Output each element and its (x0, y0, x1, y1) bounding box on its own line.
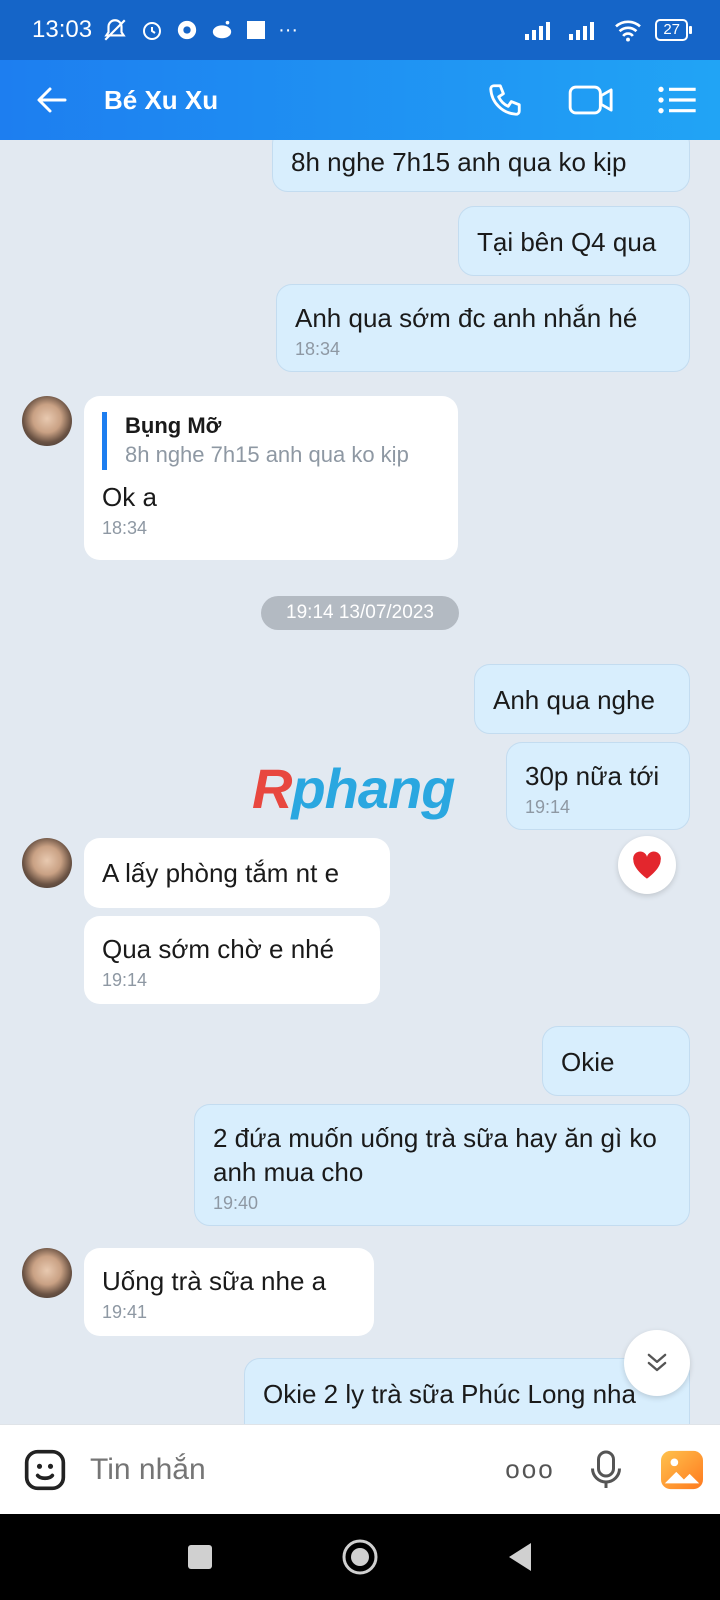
message-bubble-outgoing[interactable]: Tại bên Q4 qua (458, 206, 690, 276)
chat-header: Bé Xu Xu (0, 60, 720, 140)
signal-icon (569, 22, 595, 40)
quoted-author: Bụng Mỡ (125, 413, 222, 438)
alarm-icon (143, 22, 162, 40)
message-time: 19:14 (525, 797, 571, 817)
quoted-reply[interactable]: Bụng Mỡ 8h nghe 7h15 anh qua ko kịp (102, 412, 440, 470)
reddit-icon (212, 20, 232, 39)
signal-icon (525, 22, 551, 40)
arrow-left-icon (37, 87, 67, 113)
watermark-logo: Rphang (252, 757, 455, 820)
message-text: A lấy phòng tắm nt e (102, 858, 340, 888)
message-text: Qua sớm chờ e nhé (102, 934, 335, 964)
contact-avatar[interactable] (22, 1248, 72, 1298)
phone-icon (489, 84, 521, 116)
message-text: 2 đứa muốn uống trà sữa hay ăn gì ko anh… (213, 1123, 657, 1187)
message-text: Uống trà sữa nhe a (102, 1266, 327, 1296)
message-bubble-incoming[interactable]: Uống trà sữa nhe a 19:41 (84, 1248, 374, 1336)
message-bubble-outgoing[interactable]: 30p nữa tới 19:14 (506, 742, 690, 830)
status-bar: 13:03 ··· 27 (0, 0, 720, 60)
sticker-icon (24, 1449, 66, 1490)
more-options-text: ooo (505, 1454, 555, 1484)
video-camera-icon (568, 85, 613, 115)
video-call-button[interactable] (548, 60, 634, 140)
message-time: 19:41 (102, 1302, 148, 1322)
message-text: Okie 2 ly trà sữa Phúc Long nha (263, 1379, 636, 1409)
message-time: 19:14 (102, 970, 148, 990)
gallery-button[interactable] (644, 1425, 720, 1515)
message-bubble-outgoing[interactable]: Anh qua nghe (474, 664, 690, 734)
sticker-button[interactable] (0, 1425, 90, 1515)
message-time: 18:34 (102, 518, 148, 538)
message-bubble-outgoing[interactable]: Okie (542, 1026, 690, 1096)
circle-icon (342, 1539, 378, 1575)
notifications-muted-icon (104, 19, 126, 41)
message-text: Okie (561, 1047, 615, 1077)
back-button[interactable] (0, 60, 104, 140)
list-menu-icon (658, 86, 696, 114)
message-text: 8h nghe 7h15 anh qua ko kịp (291, 147, 627, 177)
composer: ooo (0, 1424, 720, 1514)
double-chevron-down-icon (647, 1353, 667, 1372)
message-bubble-incoming[interactable]: Bụng Mỡ 8h nghe 7h15 anh qua ko kịp Ok a… (84, 396, 458, 560)
reaction-button[interactable] (618, 836, 676, 894)
quoted-text: 8h nghe 7h15 anh qua ko kịp (125, 442, 409, 467)
chrome-icon (177, 20, 197, 40)
message-bubble-outgoing[interactable]: Anh qua sớm đc anh nhắn hé 18:34 (276, 284, 690, 372)
scroll-to-bottom-button[interactable] (624, 1330, 690, 1396)
message-input[interactable] (90, 1452, 470, 1487)
more-options-button[interactable]: ooo (492, 1425, 568, 1515)
date-divider: 19:14 13/07/2023 (261, 596, 459, 630)
message-bubble-outgoing[interactable]: 2 đứa muốn uống trà sữa hay ăn gì ko anh… (194, 1104, 690, 1226)
microphone-icon (591, 1450, 621, 1488)
contact-avatar[interactable] (22, 396, 72, 446)
message-text: 30p nữa tới (525, 761, 660, 791)
message-bubble-incoming[interactable]: A lấy phòng tắm nt e (84, 838, 390, 908)
chat-options-button[interactable] (634, 60, 720, 140)
message-bubble-outgoing[interactable]: Okie 2 ly trà sữa Phúc Long nha (244, 1358, 690, 1424)
triangle-back-icon (509, 1543, 531, 1571)
message-bubble-incoming[interactable]: Qua sớm chờ e nhé 19:14 (84, 916, 380, 1004)
system-nav-bar (0, 1514, 720, 1600)
heart-icon (633, 851, 661, 879)
home-button[interactable] (320, 1517, 400, 1597)
message-bubble-outgoing[interactable]: 8h nghe 7h15 anh qua ko kịp (272, 140, 690, 192)
back-nav-button[interactable] (480, 1517, 560, 1597)
status-time: 13:03 (32, 16, 93, 43)
voice-call-button[interactable] (462, 60, 548, 140)
voice-record-button[interactable] (568, 1425, 644, 1515)
recent-apps-button[interactable] (160, 1517, 240, 1597)
wifi-icon (615, 20, 642, 42)
message-text: Anh qua nghe (493, 685, 655, 715)
message-text: Ok a (102, 482, 157, 512)
square-app-icon (247, 21, 266, 39)
message-text: Anh qua sớm đc anh nhắn hé (295, 303, 638, 333)
message-time: 19:40 (213, 1193, 259, 1213)
square-icon (188, 1545, 212, 1569)
contact-name[interactable]: Bé Xu Xu (104, 85, 218, 116)
message-list[interactable]: 8h nghe 7h15 anh qua ko kịp Tại bên Q4 q… (0, 140, 720, 1424)
battery-indicator: 27 (655, 19, 692, 41)
image-icon (661, 1450, 703, 1489)
contact-avatar[interactable] (22, 838, 72, 888)
message-text: Tại bên Q4 qua (477, 227, 657, 257)
message-time: 18:34 (295, 339, 341, 359)
status-more: ··· (278, 18, 299, 41)
